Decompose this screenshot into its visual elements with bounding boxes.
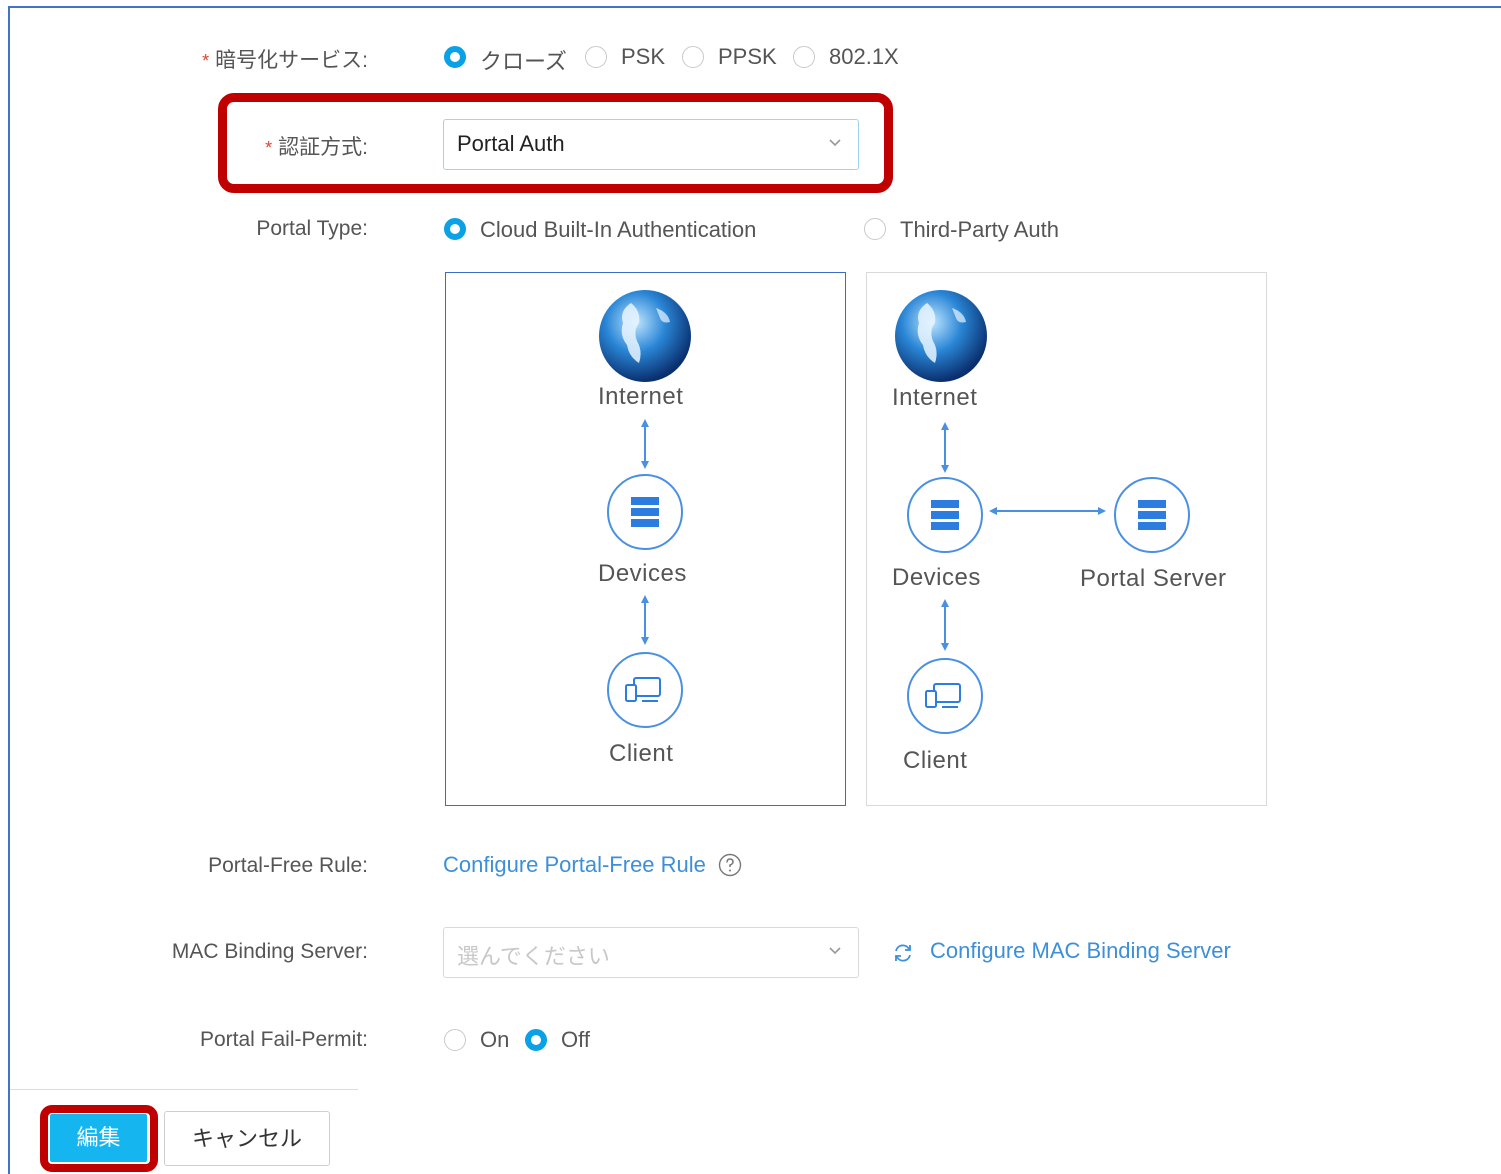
auth-method-label: * 認証方式:	[265, 136, 368, 159]
node-label-client: Client	[609, 740, 674, 767]
arrow-devices-portal-server	[989, 507, 1106, 515]
required-mark: *	[265, 138, 273, 158]
mac-binding-placeholder: 選んでください	[457, 944, 610, 969]
refresh-icon[interactable]	[892, 942, 914, 964]
server-icon	[607, 474, 683, 550]
edit-button[interactable]: 編集	[50, 1114, 147, 1162]
server-icon	[907, 477, 983, 553]
radio-fail-permit-on[interactable]	[444, 1029, 466, 1051]
configure-mac-binding-server-link[interactable]: Configure MAC Binding Server	[930, 938, 1231, 964]
node-label-internet: Internet	[892, 384, 978, 411]
help-icon[interactable]	[718, 853, 742, 877]
client-device-icon	[607, 652, 683, 728]
portal-type-label: Portal Type:	[256, 217, 368, 240]
chevron-down-icon	[829, 947, 841, 955]
auth-method-value: Portal Auth	[457, 131, 565, 156]
portal-server-icon	[1114, 477, 1190, 553]
mac-binding-server-label: MAC Binding Server:	[171, 940, 368, 963]
radio-label-cloud-builtin: Cloud Built-In Authentication	[480, 217, 757, 242]
chevron-down-icon	[829, 139, 841, 147]
footer-divider	[10, 1089, 358, 1090]
radio-label-8021x: 802.1X	[829, 44, 899, 69]
radio-label-third-party: Third-Party Auth	[900, 217, 1059, 242]
radio-fail-permit-off[interactable]	[525, 1029, 547, 1051]
required-mark: *	[202, 51, 210, 71]
thirdparty-diagram-graphic	[895, 290, 1190, 734]
configure-portal-free-rule-link[interactable]: Configure Portal-Free Rule	[443, 852, 742, 878]
radio-label-psk: PSK	[621, 44, 666, 69]
node-label-portal-server: Portal Server	[1080, 565, 1227, 592]
portal-free-rule-label: Portal-Free Rule:	[208, 854, 368, 877]
arrow-internet-devices	[941, 422, 949, 473]
radio-portal-third-party[interactable]	[864, 218, 886, 240]
radio-encryption-close[interactable]	[444, 46, 466, 68]
arrow-devices-client	[641, 595, 649, 645]
diagram-card-thirdparty[interactable]: Internet Devices Portal Server Client	[866, 272, 1267, 806]
mac-binding-server-select[interactable]: 選んでください	[443, 927, 859, 978]
configure-portal-free-rule-text: Configure Portal-Free Rule	[443, 852, 706, 877]
node-label-devices: Devices	[598, 560, 687, 587]
arrow-internet-devices	[641, 419, 649, 469]
encryption-service-label: * 暗号化サービス:	[202, 49, 368, 72]
radio-encryption-psk[interactable]	[585, 46, 607, 68]
globe-icon	[895, 290, 987, 382]
builtin-diagram-graphic	[599, 290, 691, 728]
radio-label-close: クローズ	[480, 49, 567, 74]
node-label-internet: Internet	[598, 383, 684, 410]
radio-encryption-8021x[interactable]	[793, 46, 815, 68]
radio-encryption-ppsk[interactable]	[682, 46, 704, 68]
auth-method-select[interactable]: Portal Auth	[443, 119, 859, 170]
radio-label-off: Off	[561, 1027, 590, 1052]
globe-icon	[599, 290, 691, 382]
portal-fail-permit-label: Portal Fail-Permit:	[199, 1028, 368, 1051]
radio-label-ppsk: PPSK	[718, 44, 777, 69]
radio-label-on: On	[480, 1027, 510, 1052]
cancel-button[interactable]: キャンセル	[164, 1111, 330, 1166]
client-device-icon	[907, 658, 983, 734]
node-label-client: Client	[903, 747, 968, 774]
diagram-card-builtin[interactable]: Internet Devices Client	[445, 272, 846, 806]
radio-portal-cloud-builtin[interactable]	[444, 218, 466, 240]
arrow-devices-client	[941, 599, 949, 651]
node-label-devices: Devices	[892, 564, 981, 591]
